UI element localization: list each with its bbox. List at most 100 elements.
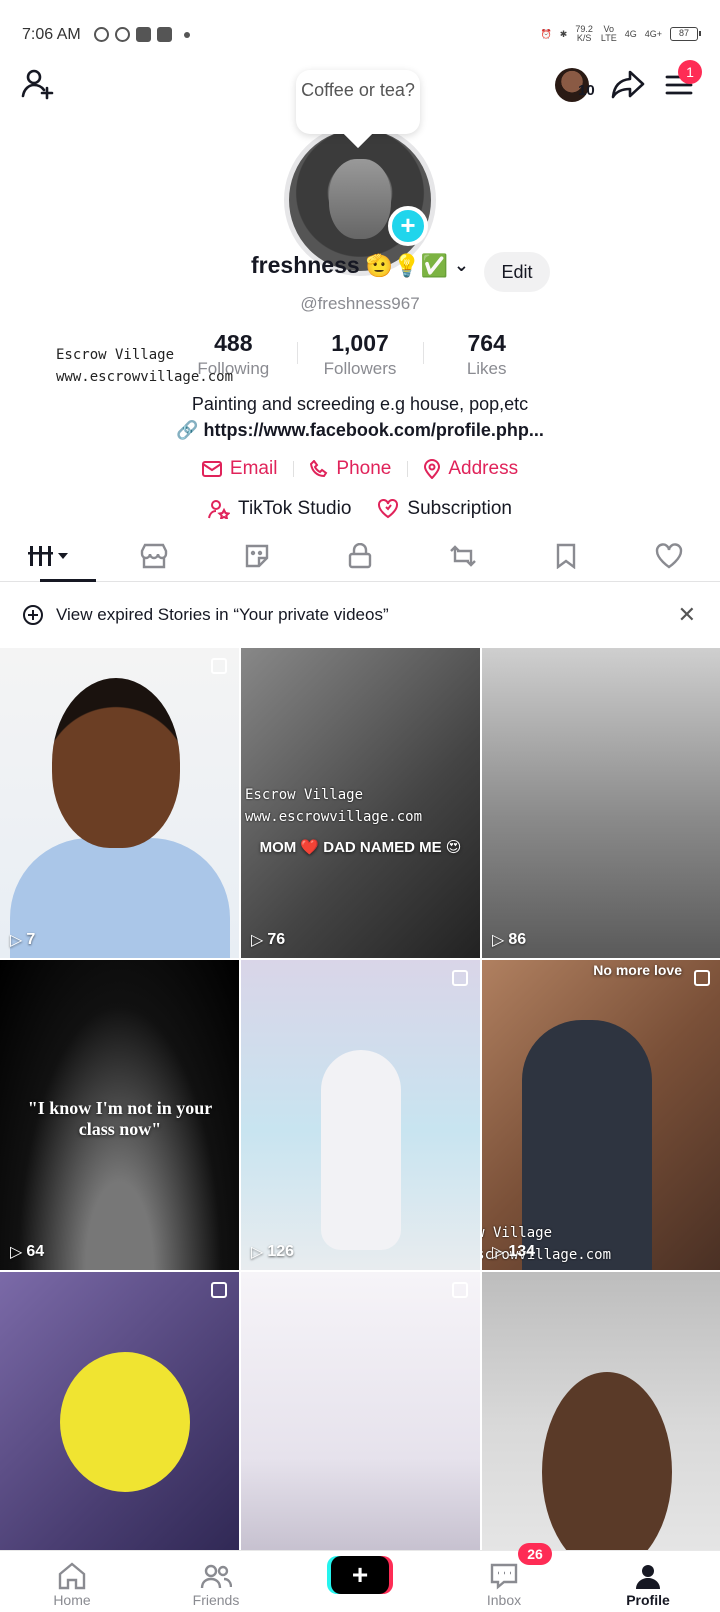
nav-inbox[interactable]: Inbox 26 xyxy=(432,1543,576,1612)
email-label: Email xyxy=(229,458,278,479)
inbox-badge: 26 xyxy=(518,1543,552,1565)
watermark-line1: Escrow Village xyxy=(56,347,175,363)
friends-icon xyxy=(200,1564,232,1589)
tab-favorites[interactable] xyxy=(514,530,617,581)
watermark: Escrow Village www.escrowvillage.com xyxy=(245,787,423,825)
view-count: ▷ 76 xyxy=(251,931,286,949)
play-icon: ▷ xyxy=(251,932,264,949)
note-bubble[interactable]: Coffee or tea? xyxy=(296,70,420,134)
nav-label: Inbox xyxy=(486,1592,522,1608)
tiktok-studio-button[interactable]: TikTok Studio xyxy=(208,498,351,520)
video-tile[interactable]: ▷ 7 xyxy=(0,648,239,958)
username: freshness xyxy=(251,252,360,278)
stat-likes[interactable]: 764 Likes xyxy=(423,330,550,379)
address-button[interactable]: Address xyxy=(424,458,518,480)
location-pin-icon xyxy=(424,459,441,479)
note-text: Coffee or tea? xyxy=(301,80,415,100)
video-tile[interactable]: Escrow Village www.escrowvillage.com MOM… xyxy=(241,648,480,958)
signal-1: 4G xyxy=(624,29,637,39)
stat-value: 1,007 xyxy=(331,330,389,356)
watermark: Escrow Village www.escrowvillage.com xyxy=(56,344,233,388)
nav-friends[interactable]: Friends xyxy=(144,1551,288,1612)
tiktok-studio-label: TikTok Studio xyxy=(238,498,352,519)
expired-stories-text: View expired Stories in “Your private vi… xyxy=(56,605,389,624)
chevron-down-icon[interactable]: ⌄ xyxy=(454,255,469,276)
bottom-navigation: Home Friends + Inbox 26 Profile xyxy=(0,1543,720,1612)
view-count: ▷ 86 xyxy=(492,931,527,949)
video-tile[interactable]: "I know I'm not in your class now" ▷ 64 xyxy=(0,960,239,1270)
username-row: freshness 🫡💡✅ ⌄ xyxy=(0,252,720,279)
nav-create[interactable]: + xyxy=(288,1551,432,1612)
nav-home[interactable]: Home xyxy=(0,1551,144,1612)
stat-label: Followers xyxy=(323,359,397,378)
tab-reposts[interactable] xyxy=(411,530,514,581)
video-tile[interactable] xyxy=(241,1272,480,1582)
net-speed: 79.2 K/S xyxy=(575,24,593,43)
bio-link[interactable]: 🔗 https://www.facebook.com/profile.php..… xyxy=(0,420,720,441)
contact-row: Email Phone Address xyxy=(0,458,720,480)
stat-value: 764 xyxy=(467,330,506,356)
video-tile[interactable]: ▷ 126 xyxy=(241,960,480,1270)
notification-icons xyxy=(94,27,190,42)
divider xyxy=(407,461,409,477)
thumbnail-figure xyxy=(321,1050,401,1250)
play-icon: ▷ xyxy=(251,1244,264,1261)
divider xyxy=(293,461,295,477)
nav-label: Friends xyxy=(192,1592,240,1608)
play-icon: ▷ xyxy=(492,1244,505,1261)
menu-badge: 1 xyxy=(678,60,702,84)
nav-label: Profile xyxy=(626,1592,670,1608)
multi-photo-icon xyxy=(211,1282,227,1298)
lock-icon xyxy=(348,542,372,568)
view-count: ▷ 7 xyxy=(10,931,36,949)
video-caption: No more love xyxy=(593,962,682,978)
phone-icon xyxy=(310,460,328,478)
app-notification-icon xyxy=(157,27,172,42)
video-tile[interactable] xyxy=(0,1272,239,1582)
tab-stickers[interactable] xyxy=(206,530,309,581)
nav-profile[interactable]: Profile xyxy=(576,1551,720,1612)
watermark-line2: www.escrowvillage.com xyxy=(56,369,234,385)
multi-photo-icon xyxy=(452,1282,468,1298)
share-profile-icon[interactable] xyxy=(610,66,646,102)
whatsapp-icon xyxy=(94,27,109,42)
tab-videos[interactable] xyxy=(0,530,103,582)
alarm-icon: ⏰ xyxy=(540,28,552,39)
video-caption: MOM ❤️ DAD NAMED ME 😍 xyxy=(259,839,462,856)
stat-followers[interactable]: 1,007 Followers xyxy=(296,330,424,379)
tab-shop[interactable] xyxy=(103,530,206,581)
smiley-graphic xyxy=(60,1352,190,1492)
bookmark-icon xyxy=(556,543,575,569)
status-bar: 7:06 AM ⏰ ✱ 79.2 K/S Vo LTE 4G 4G+ 87 xyxy=(0,0,720,70)
multi-photo-icon xyxy=(452,970,468,986)
snapchat-icon xyxy=(136,27,151,42)
play-icon: ▷ xyxy=(10,932,23,949)
bio-link-text: https://www.facebook.com/profile.php... xyxy=(203,420,544,440)
video-tile[interactable]: No more love Escrow Village www.escrowvi… xyxy=(482,960,720,1270)
tab-private[interactable] xyxy=(309,530,412,581)
email-button[interactable]: Email xyxy=(201,458,278,480)
email-icon xyxy=(201,461,222,477)
subscription-label: Subscription xyxy=(407,498,512,519)
profile-icon xyxy=(636,1565,660,1589)
status-time: 7:06 AM xyxy=(22,26,81,43)
video-tile[interactable]: ▷ 86 xyxy=(482,648,720,958)
subscription-icon xyxy=(378,499,399,519)
expired-stories-banner[interactable]: View expired Stories in “Your private vi… xyxy=(0,590,720,640)
bluetooth-icon: ✱ xyxy=(559,28,568,39)
shop-icon xyxy=(141,543,168,568)
add-story-button[interactable]: + xyxy=(388,206,428,246)
phone-label: Phone xyxy=(336,458,392,479)
bio-text: Painting and screeding e.g house, pop,et… xyxy=(191,394,529,414)
add-friend-icon[interactable] xyxy=(20,66,56,102)
video-tile[interactable] xyxy=(482,1272,720,1582)
tab-liked[interactable] xyxy=(617,530,720,581)
phone-button[interactable]: Phone xyxy=(310,458,391,480)
stat-label: Likes xyxy=(466,359,507,378)
video-caption: "I know I'm not in your class now" xyxy=(27,1098,213,1139)
user-handle: @freshness967 xyxy=(300,294,420,313)
nav-label: Home xyxy=(53,1592,91,1608)
close-icon[interactable]: ✕ xyxy=(678,602,696,628)
subscription-button[interactable]: Subscription xyxy=(377,498,512,520)
edit-profile-button[interactable]: Edit xyxy=(484,252,550,292)
